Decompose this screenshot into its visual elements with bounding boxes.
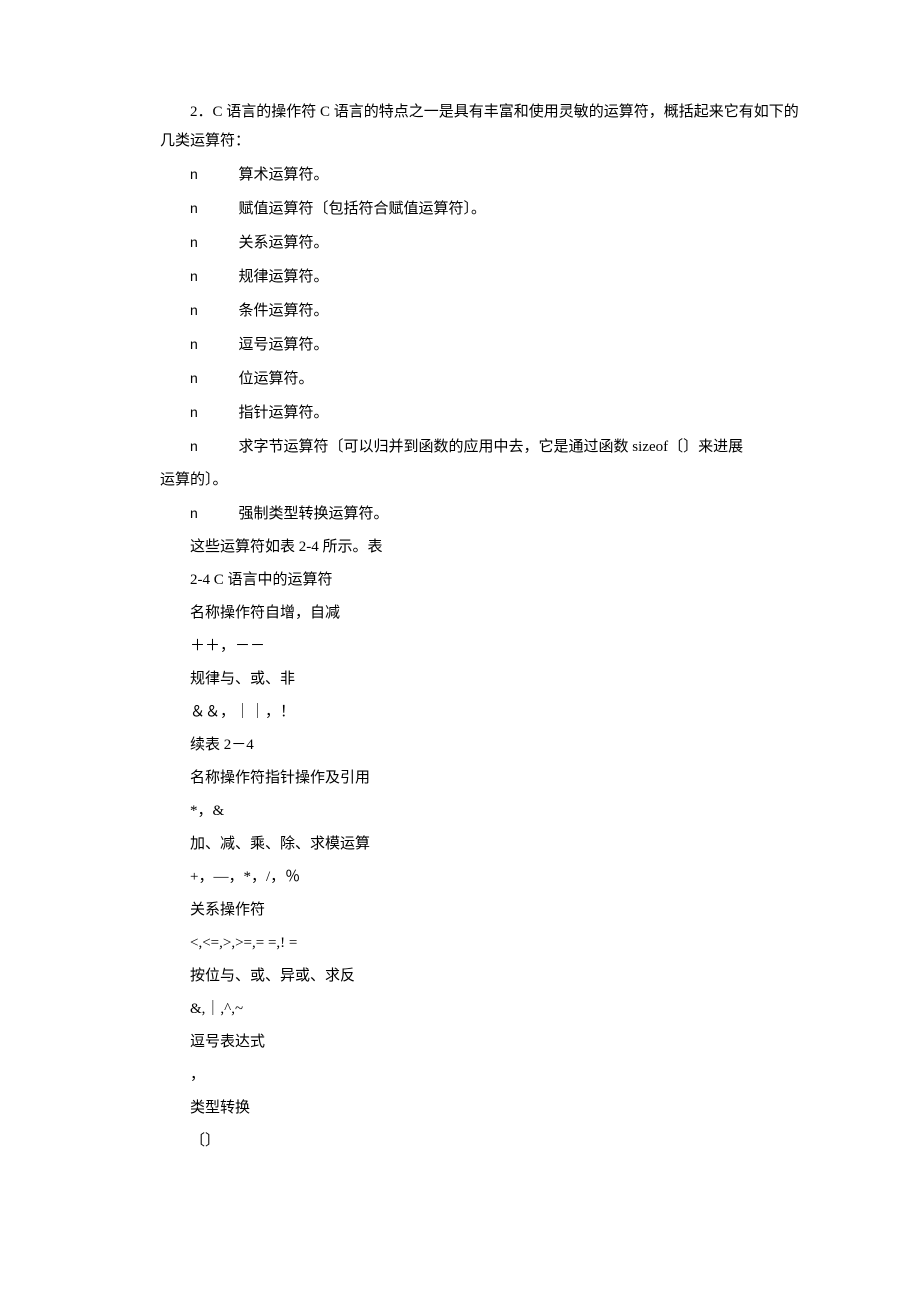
bullet-marker: n <box>190 296 235 325</box>
bullet-item-continuation: 运算的〕。 <box>160 466 800 495</box>
document-page: 2．C 语言的操作符 C 语言的特点之一是具有丰富和使用灵敏的运算符，概括起来它… <box>0 0 920 1220</box>
bullet-marker: n <box>190 228 235 257</box>
bullet-marker: n <box>190 432 235 461</box>
bullet-item: n 规律运算符。 <box>160 262 800 292</box>
body-line: 关系操作符 <box>160 896 800 925</box>
bullet-text: 逗号运算符。 <box>239 337 329 353</box>
bullet-text: 规律运算符。 <box>239 269 329 285</box>
body-line: <,<=,>,>=,= =,! = <box>160 929 800 958</box>
body-line: 类型转换 <box>160 1094 800 1123</box>
bullet-item: n 赋值运算符〔包括符合赋值运算符〕。 <box>160 194 800 224</box>
body-line: 按位与、或、异或、求反 <box>160 962 800 991</box>
bullet-text: 赋值运算符〔包括符合赋值运算符〕。 <box>239 201 487 217</box>
bullet-marker: n <box>190 160 235 189</box>
bullet-item: n 位运算符。 <box>160 364 800 394</box>
body-line: *，& <box>160 797 800 826</box>
bullet-text: 条件运算符。 <box>239 303 329 319</box>
bullet-marker: n <box>190 194 235 223</box>
body-line: 逗号表达式 <box>160 1028 800 1057</box>
body-line: ＋＋，－－ <box>160 632 800 661</box>
bullet-text: 关系运算符。 <box>239 235 329 251</box>
bullet-item: n 算术运算符。 <box>160 160 800 190</box>
bullet-text: 位运算符。 <box>239 371 314 387</box>
bullet-marker: n <box>190 262 235 291</box>
bullet-item: n 指针运算符。 <box>160 398 800 428</box>
body-line: 规律与、或、非 <box>160 665 800 694</box>
body-line: +，―，*，/，％ <box>160 863 800 892</box>
intro-paragraph: 2．C 语言的操作符 C 语言的特点之一是具有丰富和使用灵敏的运算符，概括起来它… <box>160 98 800 156</box>
body-line: 续表 2－4 <box>160 731 800 760</box>
body-line: 〔〕 <box>160 1127 800 1156</box>
bullet-item: n 求字节运算符〔可以归并到函数的应用中去，它是通过函数 sizeof〔〕来进展 <box>160 432 800 462</box>
bullet-marker: n <box>190 330 235 359</box>
body-line: 名称操作符自增，自减 <box>160 599 800 628</box>
bullet-item: n 逗号运算符。 <box>160 330 800 360</box>
bullet-text: 求字节运算符〔可以归并到函数的应用中去，它是通过函数 sizeof〔〕来进展 <box>239 439 744 455</box>
bullet-item: n 条件运算符。 <box>160 296 800 326</box>
bullet-text: 强制类型转换运算符。 <box>239 506 389 522</box>
body-line: 名称操作符指针操作及引用 <box>160 764 800 793</box>
body-line: ＆＆，｜｜，！ <box>160 698 800 727</box>
body-line: 这些运算符如表 2-4 所示。表 <box>160 533 800 562</box>
body-line: ， <box>160 1061 800 1090</box>
bullet-text: 算术运算符。 <box>239 167 329 183</box>
body-line: &,｜,^,~ <box>160 995 800 1024</box>
body-line: 加、减、乘、除、求模运算 <box>160 830 800 859</box>
bullet-marker: n <box>190 499 235 528</box>
body-line: 2-4 C 语言中的运算符 <box>160 566 800 595</box>
bullet-text: 指针运算符。 <box>239 405 329 421</box>
bullet-marker: n <box>190 364 235 393</box>
bullet-marker: n <box>190 398 235 427</box>
bullet-item: n 强制类型转换运算符。 <box>160 499 800 529</box>
bullet-item: n 关系运算符。 <box>160 228 800 258</box>
